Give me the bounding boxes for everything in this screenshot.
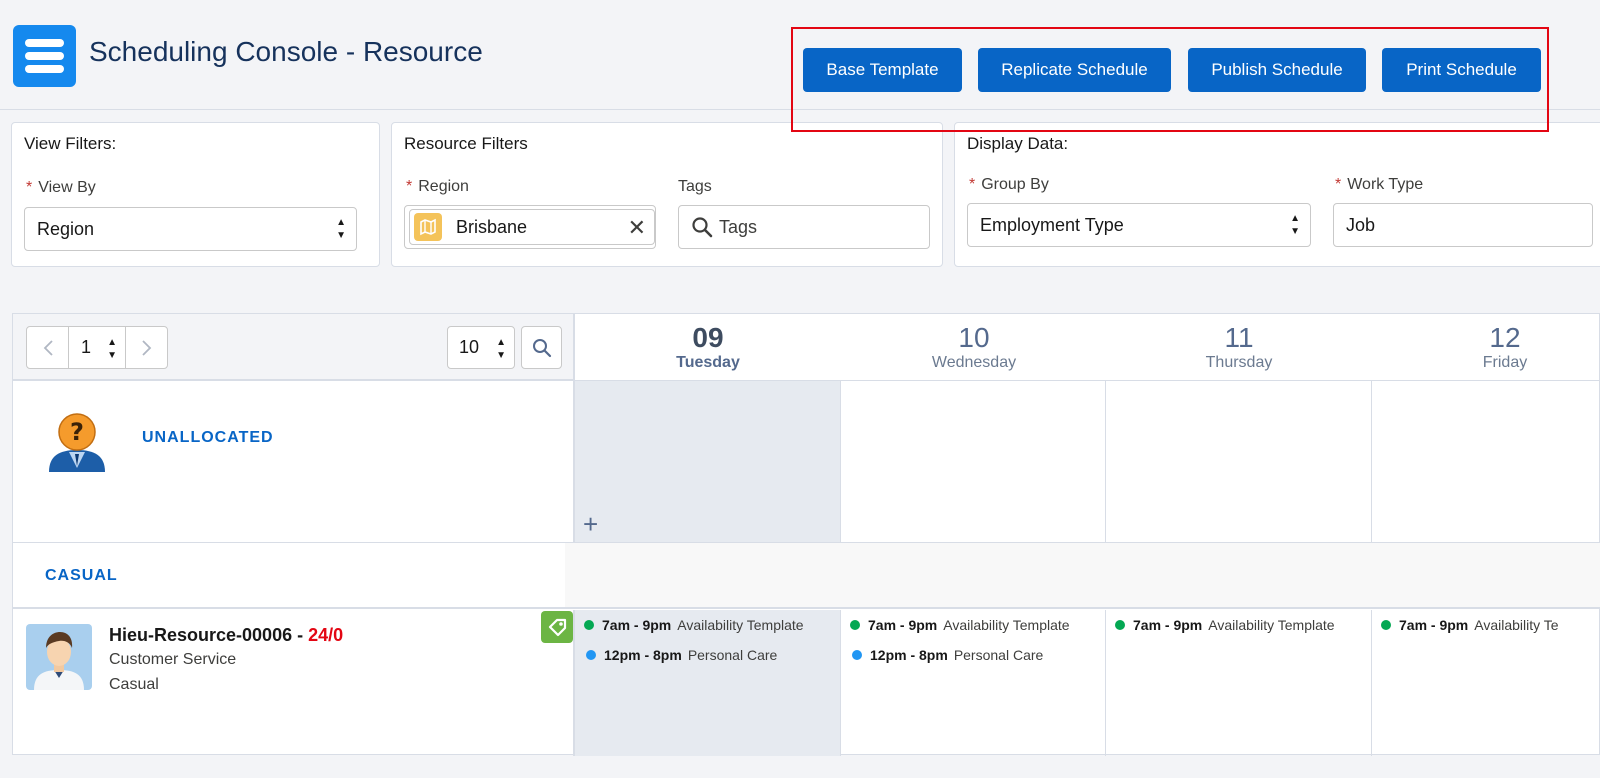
- resource-avatar[interactable]: [26, 624, 92, 690]
- stepper-arrows-icon: ▲ ▼: [496, 337, 506, 361]
- page-title: Scheduling Console - Resource: [89, 36, 483, 67]
- next-page-button[interactable]: [125, 326, 168, 369]
- chevron-left-icon: [43, 339, 53, 356]
- shift-availability[interactable]: 7am - 9pm Availability Template: [1115, 617, 1335, 633]
- select-arrows-icon: ▲ ▼: [1290, 213, 1300, 237]
- group-row-band: [565, 543, 1600, 609]
- resource-cell-09[interactable]: 7am - 9pm Availability Template 12pm - 8p…: [575, 610, 841, 756]
- region-label: * Region: [406, 178, 469, 195]
- resource-filters-card: Resource Filters * Region Brisbane ✕ Tags…: [391, 122, 943, 267]
- highlight-box: [791, 27, 1549, 132]
- unallocated-row-header: ? UNALLOCATED: [13, 381, 575, 543]
- search-button[interactable]: [521, 326, 562, 369]
- search-icon: [692, 217, 713, 238]
- resource-name-link[interactable]: Hieu-Resource-00006: [109, 625, 292, 645]
- resource-filters-title: Resource Filters: [404, 134, 528, 153]
- unallocated-cell-10[interactable]: [841, 381, 1106, 543]
- resource-employment: Casual: [109, 676, 159, 693]
- resource-cell-11[interactable]: 7am - 9pm Availability Template: [1106, 610, 1372, 756]
- unallocated-cell-09[interactable]: +: [575, 381, 841, 543]
- region-map-icon: [414, 213, 442, 241]
- availability-dot: [584, 620, 594, 630]
- page-number-input[interactable]: 1 ▲ ▼: [68, 326, 126, 369]
- add-shift-icon[interactable]: +: [583, 509, 598, 540]
- display-data-card: Display Data: * Group By Employment Type …: [954, 122, 1600, 267]
- unallocated-label: UNALLOCATED: [142, 429, 274, 446]
- care-dot: [586, 650, 596, 660]
- day-header-11: 11 Thursday: [1106, 314, 1372, 381]
- tags-input[interactable]: Tags: [678, 205, 930, 249]
- availability-dot: [850, 620, 860, 630]
- availability-dot: [1115, 620, 1125, 630]
- view-filters-title: View Filters:: [24, 134, 117, 153]
- prev-page-button[interactable]: [26, 326, 69, 369]
- group-by-label: * Group By: [969, 176, 1049, 193]
- view-filters-card: View Filters: * View By Region ▲ ▼: [11, 122, 380, 267]
- unallocated-person-icon: ?: [49, 413, 105, 472]
- shift-availability[interactable]: 7am - 9pm Availability Template: [850, 617, 1070, 633]
- resource-cell-10[interactable]: 7am - 9pm Availability Template 12pm - 8p…: [841, 610, 1106, 756]
- region-pill: Brisbane ✕: [409, 209, 655, 245]
- shift-personal-care[interactable]: 12pm - 8pm Personal Care: [852, 647, 1043, 663]
- chevron-right-icon: [141, 339, 151, 356]
- resource-role: Customer Service: [109, 651, 237, 668]
- resource-name-line: Hieu-Resource-00006 - 24/0: [109, 625, 344, 645]
- resource-cell-12[interactable]: 7am - 9pm Availability Te: [1372, 610, 1600, 756]
- group-label: CASUAL: [45, 567, 118, 584]
- region-pill-label: Brisbane: [456, 216, 528, 237]
- day-header-12: 12 Friday: [1372, 314, 1600, 381]
- svg-text:?: ?: [70, 418, 84, 446]
- tags-label: Tags: [678, 178, 712, 195]
- shift-availability[interactable]: 7am - 9pm Availability Te: [1381, 617, 1559, 633]
- day-header-09: 09 Tuesday: [575, 314, 841, 381]
- shift-personal-care[interactable]: 12pm - 8pm Personal Care: [586, 647, 777, 663]
- remove-pill-icon[interactable]: ✕: [628, 215, 646, 241]
- unallocated-cell-11[interactable]: [1106, 381, 1372, 543]
- shift-availability[interactable]: 7am - 9pm Availability Template: [584, 617, 804, 633]
- region-lookup[interactable]: Brisbane ✕: [404, 205, 656, 249]
- select-arrows-icon: ▲ ▼: [336, 217, 346, 241]
- schedule-grid: 1 ▲ ▼ 10 ▲ ▼ 09 Tuesday 10 Wednesday 11 Th…: [12, 313, 1600, 756]
- view-by-select[interactable]: Region ▲ ▼: [24, 207, 357, 251]
- work-type-select[interactable]: Job: [1333, 203, 1593, 247]
- display-data-title: Display Data:: [967, 134, 1069, 153]
- page-size-input[interactable]: 10 ▲ ▼: [447, 326, 515, 369]
- tag-icon[interactable]: [541, 611, 573, 643]
- group-by-select[interactable]: Employment Type ▲ ▼: [967, 203, 1311, 247]
- day-header-10: 10 Wednesday: [841, 314, 1107, 381]
- pager-bar: 1 ▲ ▼ 10 ▲ ▼: [13, 314, 575, 381]
- stepper-arrows-icon: ▲ ▼: [107, 337, 117, 361]
- scheduling-app-icon: [13, 25, 76, 87]
- search-icon: [532, 338, 551, 357]
- work-type-label: * Work Type: [1335, 176, 1424, 193]
- resource-hours: 24/0: [308, 625, 344, 645]
- unallocated-cell-12[interactable]: [1372, 381, 1600, 543]
- resource-row-header: Hieu-Resource-00006 - 24/0 Customer Serv…: [13, 610, 575, 756]
- view-by-label: * View By: [26, 179, 96, 196]
- group-row-header: CASUAL: [13, 543, 565, 609]
- care-dot: [852, 650, 862, 660]
- availability-dot: [1381, 620, 1391, 630]
